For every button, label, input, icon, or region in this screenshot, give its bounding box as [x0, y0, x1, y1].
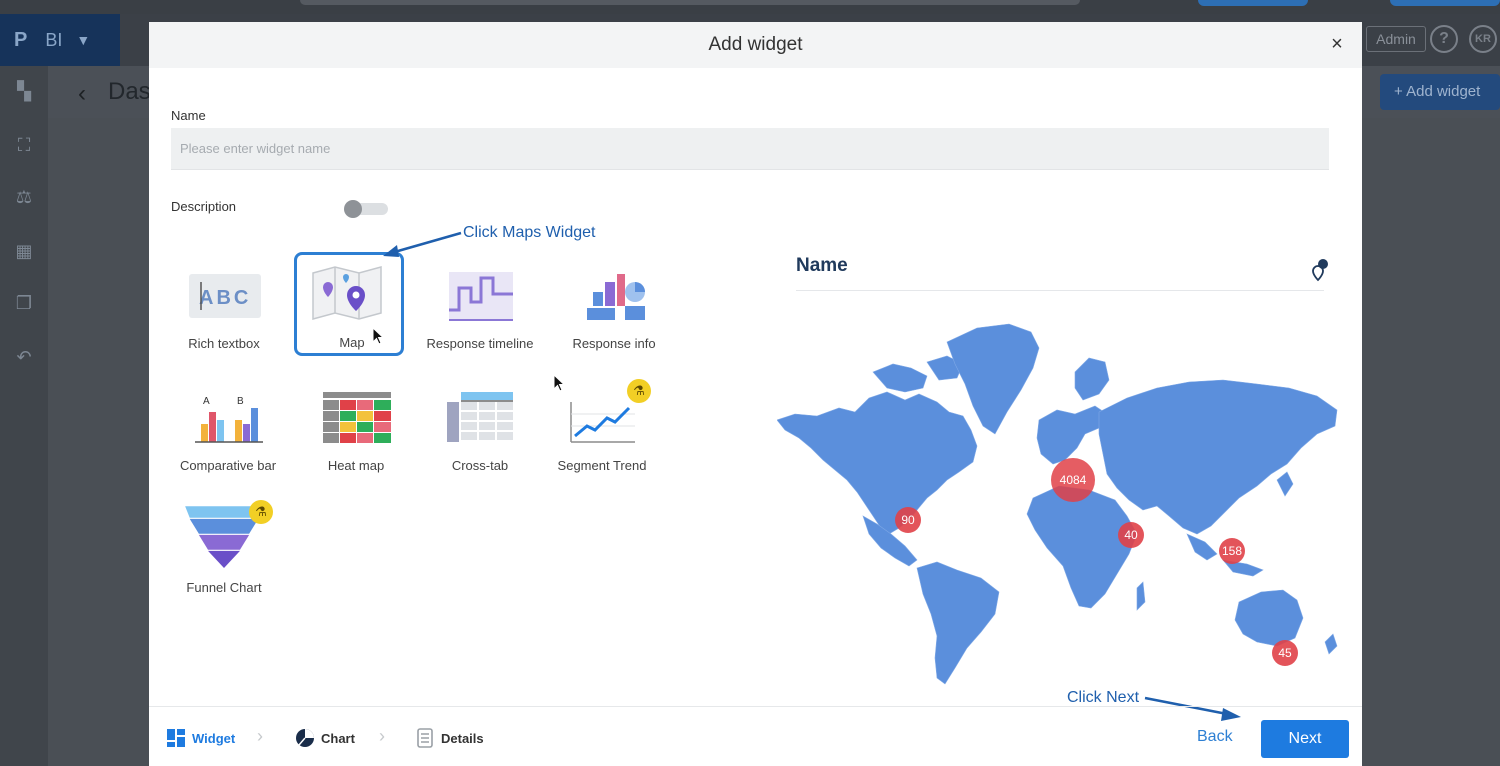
- widget-response-info[interactable]: Response info: [559, 254, 669, 358]
- footer-divider: [149, 706, 1362, 707]
- undo-icon[interactable]: ↶: [13, 346, 35, 368]
- step-chart[interactable]: Chart: [295, 728, 355, 748]
- chart-pie-icon: [296, 729, 314, 747]
- pin-count-badge: 1: [1325, 249, 1331, 258]
- segment-trend-icon: [570, 402, 635, 443]
- map-bubble-label: 158: [1222, 544, 1242, 558]
- next-button[interactable]: Next: [1261, 720, 1349, 758]
- scan-icon[interactable]: ⛶: [13, 134, 35, 156]
- widget-comparative-bar[interactable]: A B Comparative bar: [173, 376, 283, 480]
- admin-badge[interactable]: Admin: [1366, 26, 1426, 52]
- sidebar: ▚ ⛶ ⚖ ▦ ❐ ↶: [0, 66, 48, 766]
- name-label: Name: [171, 108, 206, 123]
- preview-divider: [796, 290, 1324, 291]
- map-bubble-label: 4084: [1060, 473, 1087, 487]
- widget-label: Response info: [572, 336, 656, 351]
- avatar[interactable]: KR: [1469, 25, 1497, 53]
- page-title: Das: [108, 78, 151, 105]
- map-bubble-label: 45: [1278, 646, 1292, 660]
- caret-down-icon[interactable]: ▼: [76, 32, 90, 48]
- top-pill-button: [1390, 0, 1500, 6]
- description-label: Description: [171, 199, 237, 214]
- mouse-cursor-icon: [553, 374, 565, 392]
- rich-textbox-icon: ABC: [189, 274, 261, 318]
- svg-text:ABC: ABC: [199, 287, 251, 309]
- step-label: Widget: [192, 730, 236, 746]
- add-widget-button[interactable]: + Add widget: [1380, 74, 1500, 110]
- description-toggle[interactable]: [344, 200, 388, 218]
- widget-rich-textbox[interactable]: ABC Rich textbox: [169, 254, 279, 358]
- widget-funnel-chart[interactable]: ⚗ Funnel Chart: [169, 498, 279, 602]
- step-label: Details: [441, 730, 484, 746]
- cross-tab-icon: [447, 392, 513, 442]
- copy-icon[interactable]: ❐: [13, 292, 35, 314]
- beta-flask-icon: ⚗: [249, 500, 273, 524]
- response-info-icon: [587, 274, 645, 320]
- annotation-click-maps: Click Maps Widget: [463, 224, 596, 241]
- step-label: Chart: [321, 730, 355, 746]
- back-chevron-icon[interactable]: ‹: [78, 80, 86, 108]
- dashboard-icon[interactable]: ▚: [13, 80, 35, 102]
- chevron-right-icon: ›: [257, 726, 263, 746]
- add-widget-modal: Add widget × Name Description ABC Rich t…: [149, 22, 1362, 766]
- annotation-click-next: Click Next: [1067, 689, 1140, 706]
- mouse-cursor-icon: [372, 327, 384, 345]
- map-icon: [312, 266, 382, 320]
- map-bubble-label: 90: [901, 513, 915, 527]
- world-map: 4084 90 40 158 45: [777, 323, 1338, 685]
- beta-flask-icon: ⚗: [627, 379, 651, 403]
- annotation-arrow: [383, 231, 462, 257]
- widget-map[interactable]: Map: [294, 252, 404, 356]
- widget-name-input[interactable]: [171, 128, 1329, 170]
- svg-text:A: A: [203, 396, 210, 407]
- preview-title: Name: [796, 255, 848, 276]
- chevron-right-icon: ›: [379, 726, 385, 746]
- widget-label: Funnel Chart: [186, 580, 262, 595]
- top-search-bar: [300, 0, 1080, 5]
- modal-header: Add widget ×: [149, 22, 1362, 68]
- step-details[interactable]: Details: [415, 728, 484, 748]
- response-timeline-icon: [449, 272, 513, 321]
- step-widget[interactable]: Widget: [166, 728, 235, 748]
- svg-text:B: B: [237, 396, 244, 407]
- scale-icon[interactable]: ⚖: [13, 186, 35, 208]
- annotation-arrow: [1144, 696, 1241, 721]
- brand-logo[interactable]: P BI ▼: [0, 14, 120, 66]
- widget-label: Segment Trend: [557, 458, 647, 473]
- brand-name: BI: [45, 29, 63, 50]
- widget-response-timeline[interactable]: Response timeline: [425, 254, 535, 358]
- help-icon[interactable]: ?: [1430, 25, 1458, 53]
- comparative-bar-icon: A B: [195, 396, 263, 443]
- heat-map-icon: [323, 392, 391, 443]
- map-pin-icon: [1312, 259, 1328, 282]
- top-pill-button: [1198, 0, 1308, 6]
- widget-grid-icon: [167, 729, 185, 747]
- map-bubble-label: 40: [1124, 528, 1138, 542]
- close-icon[interactable]: ×: [1327, 34, 1347, 54]
- details-doc-icon: [417, 728, 433, 748]
- back-button[interactable]: Back: [1197, 728, 1233, 746]
- modal-title: Add widget: [708, 34, 803, 55]
- toggle-knob: [344, 200, 362, 218]
- report-icon[interactable]: ▦: [13, 240, 35, 262]
- brand-letter: P: [14, 28, 28, 51]
